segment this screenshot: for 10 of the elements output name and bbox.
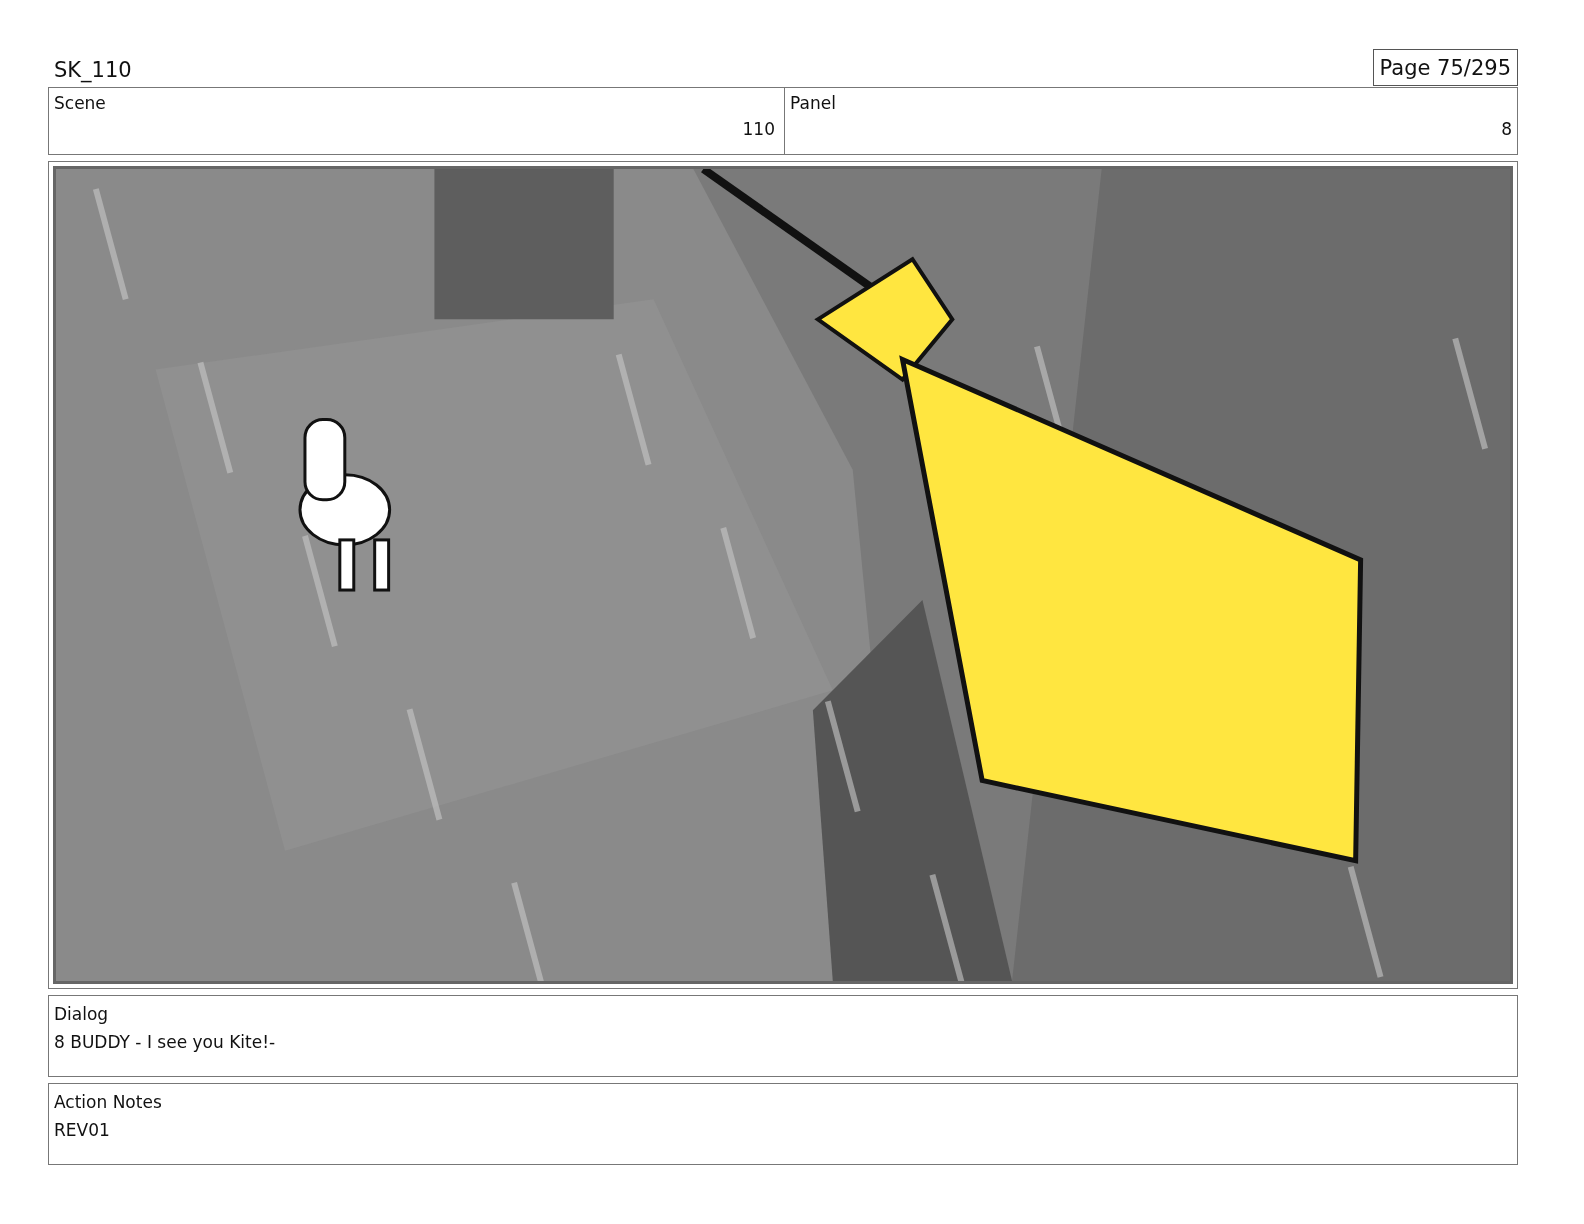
notes-label: Dialog (54, 1004, 109, 1024)
page-title: SK_110 (53, 58, 132, 85)
notes-text: 8 BUDDY - I see you Kite!- (54, 1032, 276, 1052)
field-label: Panel (790, 93, 836, 113)
field-value: 110 (742, 119, 775, 139)
field-value: 8 (1501, 119, 1512, 139)
page-number: Page 75/295 (1372, 49, 1518, 86)
notes-text: REV01 (54, 1120, 110, 1140)
field-label: Scene (54, 93, 106, 113)
notes-label: Action Notes (54, 1092, 162, 1112)
